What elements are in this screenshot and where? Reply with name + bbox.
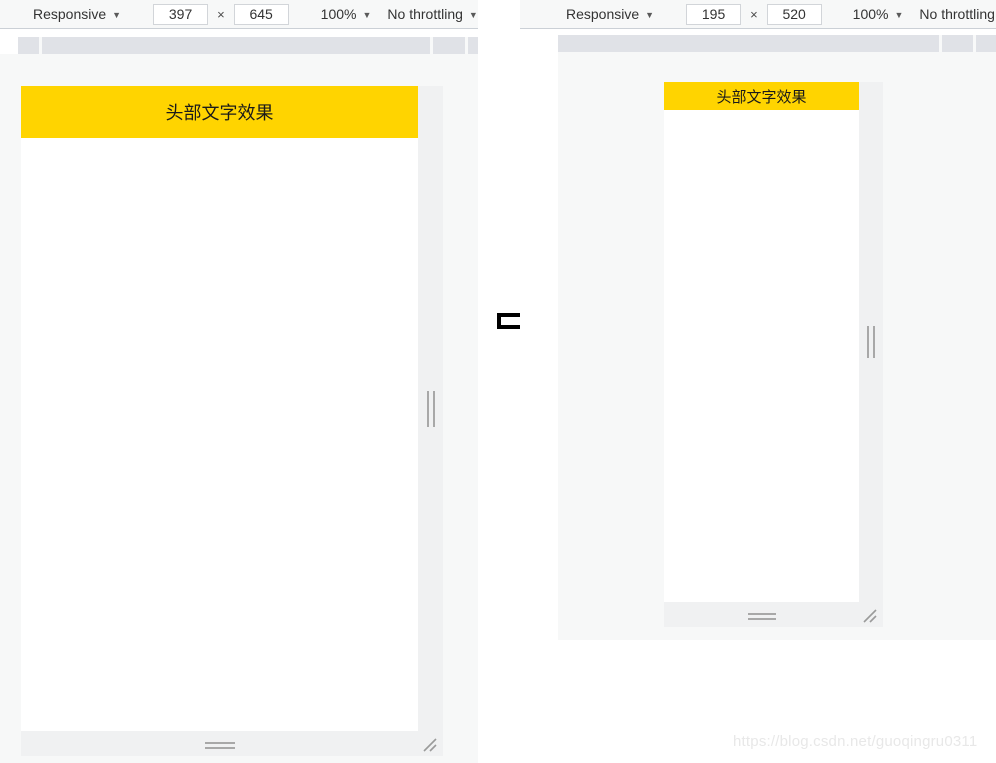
ruler-segment xyxy=(942,35,973,52)
grip-line xyxy=(748,618,776,620)
ruler-segment xyxy=(42,37,430,54)
dimension-separator: × xyxy=(750,6,758,22)
resize-handle-bottom[interactable] xyxy=(748,610,776,623)
ruler-segment xyxy=(18,37,39,54)
throttling-selector[interactable]: No throttling ▼ xyxy=(919,0,996,28)
ruler-segment xyxy=(468,37,478,54)
resize-handle-bottom-bar[interactable] xyxy=(21,731,443,756)
zoom-selector-label: 100% xyxy=(852,6,889,22)
chevron-down-icon: ▼ xyxy=(112,9,122,20)
throttling-selector-label: No throttling xyxy=(919,6,995,22)
page-header: 头部文字效果 xyxy=(664,82,859,110)
viewport-size-group: × xyxy=(153,0,289,28)
resize-handle-bottom[interactable] xyxy=(205,739,235,752)
grip-line xyxy=(205,747,235,749)
resize-handle-right[interactable] xyxy=(859,82,883,602)
ruler-segment xyxy=(976,35,996,52)
zoom-selector-label: 100% xyxy=(320,6,357,22)
viewport-width-input[interactable] xyxy=(686,3,742,25)
chevron-down-icon: ▼ xyxy=(468,9,478,20)
devtools-panel-after: Responsive ▼ × 100% ▼ No throttling ▼ 头部… xyxy=(520,0,996,763)
resize-handle-corner[interactable] xyxy=(861,607,879,625)
chevron-down-icon: ▼ xyxy=(894,9,904,20)
throttling-selector[interactable]: No throttling ▼ xyxy=(387,0,477,28)
device-selector[interactable]: Responsive ▼ xyxy=(566,0,654,28)
device-stage: 头部文字效果 xyxy=(0,54,478,763)
grip-line xyxy=(873,326,875,358)
device-selector-label: Responsive xyxy=(566,6,640,22)
devtools-panel-before: Responsive ▼ × 100% ▼ No throttling ▼ xyxy=(0,0,478,763)
viewport-size-group: × xyxy=(686,0,822,28)
grip-line xyxy=(205,742,235,744)
device-stage: 头部文字效果 xyxy=(558,52,996,640)
emulated-page: 头部文字效果 xyxy=(21,86,418,731)
viewport-height-input[interactable] xyxy=(766,3,822,25)
resize-handle-corner[interactable] xyxy=(421,736,439,754)
emulated-page: 头部文字效果 xyxy=(664,82,859,602)
viewport-ruler xyxy=(558,35,996,52)
grip-line xyxy=(867,326,869,358)
dimension-separator: × xyxy=(217,6,225,22)
device-selector[interactable]: Responsive ▼ xyxy=(33,0,121,28)
viewport-width-input[interactable] xyxy=(153,3,209,25)
page-header-text: 头部文字效果 xyxy=(165,103,274,123)
watermark: https://blog.csdn.net/guoqingru0311 xyxy=(733,733,978,750)
chevron-down-icon: ▼ xyxy=(645,9,655,20)
grip-line xyxy=(432,390,435,427)
zoom-selector[interactable]: 100% ▼ xyxy=(321,0,372,28)
ruler-segment xyxy=(433,37,465,54)
ruler-segment xyxy=(558,35,939,52)
chevron-down-icon: ▼ xyxy=(362,9,372,20)
device-toolbar: Responsive ▼ × 100% ▼ No throttling ▼ xyxy=(0,0,478,29)
resize-handle-bottom-bar[interactable] xyxy=(664,602,883,627)
page-header: 头部文字效果 xyxy=(21,86,418,138)
resize-handle-right[interactable] xyxy=(418,86,443,731)
grip-line xyxy=(426,390,429,427)
viewport-ruler xyxy=(18,37,478,54)
page-header-text: 头部文字效果 xyxy=(716,88,807,106)
grip-line xyxy=(748,613,776,615)
device-toolbar: Responsive ▼ × 100% ▼ No throttling ▼ xyxy=(520,0,996,29)
zoom-selector[interactable]: 100% ▼ xyxy=(853,0,904,28)
device-selector-label: Responsive xyxy=(33,6,107,22)
throttling-selector-label: No throttling xyxy=(387,6,463,22)
viewport-height-input[interactable] xyxy=(233,3,289,25)
